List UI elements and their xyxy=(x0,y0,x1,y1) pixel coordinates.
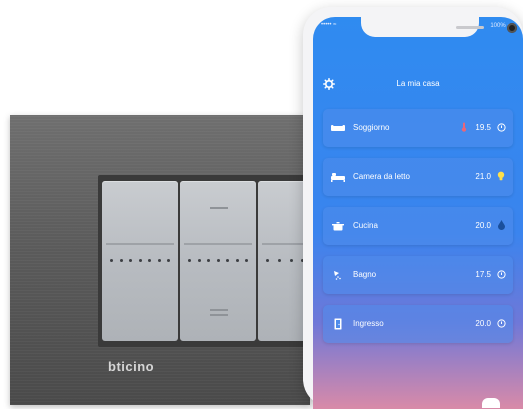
key-led-dots xyxy=(188,259,248,262)
room-card-soggiorno[interactable]: Soggiorno 19.5 xyxy=(323,109,513,147)
brand-logo: bticino xyxy=(108,359,155,374)
switch-key-left[interactable] xyxy=(102,181,178,341)
smartphone: ••••• ≈ 100% ▭ La mia casa Soggiorno 19.… xyxy=(303,7,523,409)
sofa-icon xyxy=(331,121,345,135)
key-up-mark xyxy=(210,207,228,209)
home-indicator[interactable] xyxy=(482,398,500,408)
standby-icon[interactable] xyxy=(496,269,506,279)
status-signal: ••••• ≈ xyxy=(321,22,337,28)
key-down-mark xyxy=(210,314,228,316)
front-camera xyxy=(507,23,517,33)
app-screen: ••••• ≈ 100% ▭ La mia casa Soggiorno 19.… xyxy=(313,17,523,409)
shower-icon xyxy=(331,268,345,282)
room-temperature: 20.0 xyxy=(475,319,491,328)
room-card-camera-da-letto[interactable]: Camera da letto 21.0 xyxy=(323,158,513,196)
room-temperature: 20.0 xyxy=(475,221,491,230)
key-down-mark xyxy=(210,309,228,311)
bulb-icon[interactable] xyxy=(496,171,506,181)
room-name: Cucina xyxy=(353,221,378,230)
room-name: Ingresso xyxy=(353,319,384,328)
phone-notch xyxy=(361,17,517,37)
key-split-line xyxy=(184,243,252,245)
room-name: Soggiorno xyxy=(353,123,390,132)
pot-icon xyxy=(331,219,345,233)
thermometer-icon xyxy=(459,122,469,132)
standby-icon[interactable] xyxy=(496,122,506,132)
speaker xyxy=(456,26,484,29)
door-icon xyxy=(331,317,345,331)
room-temperature: 19.5 xyxy=(475,123,491,132)
key-split-line xyxy=(106,243,174,245)
key-led-dots xyxy=(110,259,170,262)
key-split-line xyxy=(262,243,306,245)
drop-icon[interactable] xyxy=(496,220,506,230)
room-card-ingresso[interactable]: Ingresso 20.0 xyxy=(323,305,513,343)
bed-icon xyxy=(331,170,345,184)
room-name: Bagno xyxy=(353,270,377,279)
room-name: Camera da letto xyxy=(353,172,410,181)
page-title: La mia casa xyxy=(396,79,440,88)
room-card-bagno[interactable]: Bagno 17.5 xyxy=(323,256,513,294)
wall-switch-plate: bticino xyxy=(10,115,318,405)
room-card-cucina[interactable]: Cucina 20.0 xyxy=(323,207,513,245)
standby-icon[interactable] xyxy=(496,318,506,328)
room-temperature: 17.5 xyxy=(475,270,491,279)
room-temperature: 21.0 xyxy=(475,172,491,181)
switch-key-middle[interactable] xyxy=(180,181,256,341)
